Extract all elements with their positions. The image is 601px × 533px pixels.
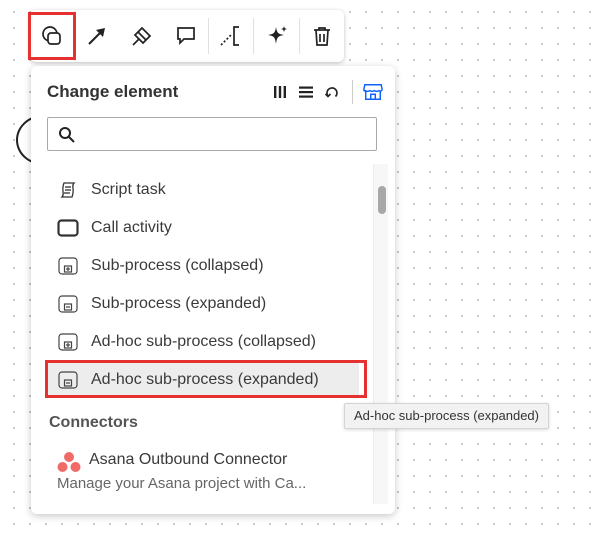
comment-button[interactable] <box>164 14 208 58</box>
adhoc-collapsed-icon <box>57 331 79 353</box>
list-item-label: Sub-process (collapsed) <box>91 257 264 274</box>
paint-bucket-icon <box>132 26 151 46</box>
list-view-button[interactable] <box>296 81 316 103</box>
search-field[interactable] <box>47 117 377 151</box>
marketplace-button[interactable] <box>363 81 383 103</box>
list-scrollbar[interactable] <box>373 164 388 504</box>
subprocess-collapsed-icon <box>57 255 79 277</box>
connector-name: Asana Outbound Connector <box>89 451 288 468</box>
loop-icon <box>324 87 338 98</box>
ai-button[interactable] <box>254 14 298 58</box>
list-item-subprocess-collapsed[interactable]: Sub-process (collapsed) <box>47 249 359 283</box>
popup-title: Change element <box>47 82 179 101</box>
list-item-adhoc-expanded[interactable]: Ad-hoc sub-process (expanded) <box>47 363 359 397</box>
speech-bubble-icon <box>177 27 195 46</box>
connector-item-asana[interactable]: Asana Outbound Connector Manage your Asa… <box>47 449 359 495</box>
marketplace-icon <box>363 84 383 100</box>
subprocess-expanded-icon <box>57 293 79 315</box>
connector-description: Manage your Asana project with Ca... <box>57 475 307 492</box>
tooltip: Ad-hoc sub-process (expanded) <box>344 403 549 429</box>
sparkle-icon <box>267 26 287 44</box>
change-element-button[interactable] <box>27 12 77 60</box>
list-item-call-activity[interactable]: Call activity <box>47 211 359 245</box>
list-icon <box>299 86 313 98</box>
context-toolbar <box>27 10 344 62</box>
asana-icon <box>57 452 81 472</box>
search-icon <box>59 127 75 143</box>
call-activity-icon <box>57 217 79 239</box>
list-item-script-task[interactable]: Script task <box>47 173 359 207</box>
color-button[interactable] <box>120 14 164 58</box>
change-element-popup: Change element Script task Call activity… <box>31 66 395 514</box>
text-annotation-button[interactable] <box>209 14 253 58</box>
column-view-button[interactable] <box>270 81 290 103</box>
list-item-label: Ad-hoc sub-process (collapsed) <box>91 333 316 350</box>
popup-header-actions <box>270 80 383 104</box>
columns-icon <box>274 86 286 98</box>
arrow-icon <box>88 28 106 45</box>
list-item-label: Call activity <box>91 219 172 236</box>
header-divider <box>352 80 353 104</box>
adhoc-expanded-icon <box>57 369 79 391</box>
annotation-icon <box>220 26 240 46</box>
connect-button[interactable] <box>75 14 119 58</box>
script-icon <box>57 179 79 201</box>
search-input[interactable] <box>84 122 368 148</box>
list-item-adhoc-collapsed[interactable]: Ad-hoc sub-process (collapsed) <box>47 325 359 359</box>
list-item-label: Sub-process (expanded) <box>91 295 267 312</box>
loop-button[interactable] <box>322 81 342 103</box>
trash-icon <box>313 27 330 46</box>
list-item-subprocess-expanded[interactable]: Sub-process (expanded) <box>47 287 359 321</box>
shapes-icon <box>42 26 62 45</box>
section-title-connectors: Connectors <box>49 414 138 431</box>
list-item-label: Ad-hoc sub-process (expanded) <box>91 371 319 388</box>
scrollbar-thumb[interactable] <box>378 186 386 214</box>
list-item-label: Script task <box>91 181 166 198</box>
delete-button[interactable] <box>300 14 344 58</box>
